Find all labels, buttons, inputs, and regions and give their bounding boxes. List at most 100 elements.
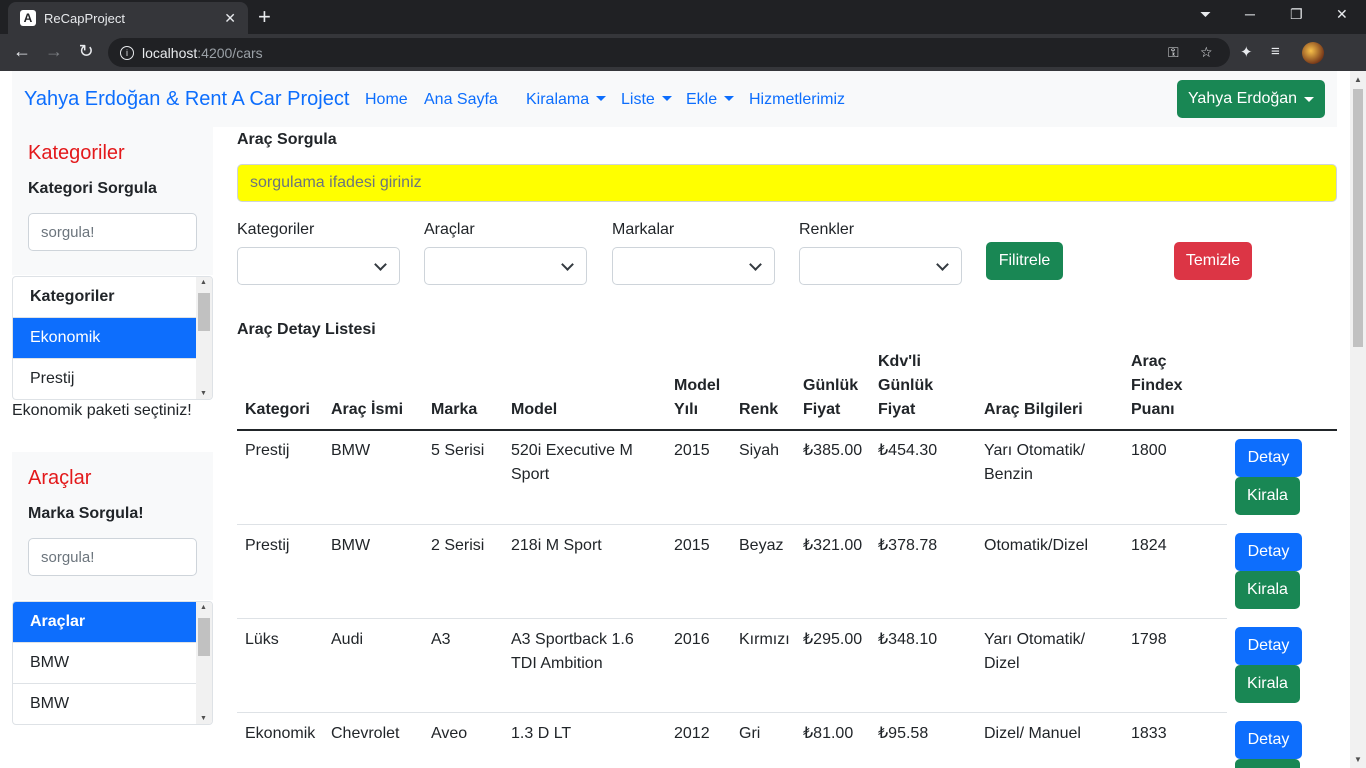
nav-link-home[interactable]: Home [365, 91, 408, 109]
nav-dropdown-ekle[interactable]: Ekle [686, 91, 735, 109]
navbar: Yahya Erdoğan & Rent A Car Project Home … [12, 71, 1337, 127]
url-host: localhost [142, 44, 198, 61]
nav-link-ana-sayfa[interactable]: Ana Sayfa [424, 91, 498, 109]
cell-category: Lüks [245, 631, 279, 648]
rent-button[interactable]: Kirala [1235, 477, 1300, 515]
nav-link-hizmetlerimiz[interactable]: Hizmetlerimiz [749, 91, 845, 109]
caret-down-icon [661, 96, 672, 101]
cars-item[interactable]: BMW [13, 643, 197, 684]
page-scroll-thumb[interactable] [1353, 89, 1363, 347]
filter-button[interactable]: Filitrele [986, 242, 1063, 280]
navbar-brand[interactable]: Yahya Erdoğan & Rent A Car Project [24, 88, 349, 111]
cell-brand: 5 Serisi [431, 442, 485, 459]
query-input[interactable]: sorgulama ifadesi giriniz [237, 164, 1337, 202]
cell-daily: ₺321.00 [803, 537, 863, 554]
cell-info: Yarı Otomatik/Dizel [984, 628, 1085, 676]
cell-model: A3 Sportback 1.6 TDI Ambition [511, 628, 634, 676]
user-name: Yahya Erdoğan [1187, 90, 1298, 107]
rent-button[interactable]: Kirala [1235, 571, 1300, 609]
rent-button[interactable]: Kirala [1235, 759, 1300, 768]
brand-select[interactable] [612, 247, 775, 285]
cell-info: Dizel/ Manuel [984, 722, 1081, 746]
scroll-up-icon[interactable]: ▲ [200, 279, 207, 286]
scroll-up-icon[interactable]: ▲ [1354, 75, 1362, 84]
car-select[interactable] [424, 247, 587, 285]
category-list-scrollbar[interactable]: ▲ ▼ [196, 277, 212, 399]
nav-dropdown-liste[interactable]: Liste [621, 91, 672, 109]
scroll-down-icon[interactable]: ▼ [200, 390, 207, 397]
th-category: Kategori [245, 398, 310, 422]
th-model-year: Model Yılı [674, 374, 720, 422]
forward-icon[interactable]: → [42, 41, 66, 62]
query-label: Araç Sorgula [237, 131, 337, 148]
key-icon[interactable]: ⚿ [1168, 44, 1179, 61]
th-car-info: Araç Bilgileri [984, 398, 1083, 422]
cars-item[interactable]: BMW [13, 684, 197, 724]
cars-title: Araçlar [28, 467, 92, 489]
cell-model: 520i Executive M Sport [511, 439, 633, 487]
th-findex: Araç Findex Puanı [1131, 350, 1183, 422]
row-divider [237, 524, 1227, 525]
window-close-icon[interactable]: ✕ [1336, 6, 1348, 23]
cell-daily-vat: ₺348.10 [878, 631, 938, 648]
cars-list-scrollbar[interactable]: ▲ ▼ [196, 602, 212, 724]
tab-close-icon[interactable]: ✕ [224, 10, 236, 27]
profile-avatar[interactable] [1302, 42, 1324, 64]
brand-search-input[interactable]: sorgula! [28, 538, 197, 576]
detail-button[interactable]: Detay [1235, 627, 1302, 665]
th-findex-line: Puanı [1131, 401, 1175, 418]
cell-findex: 1798 [1131, 631, 1167, 648]
detail-button[interactable]: Detay [1235, 439, 1302, 477]
nav-dropdown-kiralama-label: Kiralama [526, 91, 590, 108]
rent-button[interactable]: Kirala [1235, 665, 1300, 703]
cell-model-line: 520i Executive M [511, 442, 633, 459]
media-control-icon[interactable]: ≡ [1271, 43, 1280, 60]
back-icon[interactable]: ← [10, 41, 34, 62]
scroll-thumb[interactable] [198, 293, 210, 331]
cell-model: 1.3 D LT [511, 722, 571, 746]
category-title: Kategoriler [28, 142, 125, 164]
cell-daily-vat: ₺378.78 [878, 537, 938, 554]
chevron-down-icon [749, 258, 762, 271]
category-list: Kategoriler Ekonomik Prestij ▲ ▼ [12, 276, 213, 400]
reload-icon[interactable]: ↻ [74, 41, 98, 62]
detail-button[interactable]: Detay [1235, 533, 1302, 571]
site-info-icon[interactable]: i [120, 45, 134, 60]
maximize-icon[interactable]: ❐ [1290, 6, 1303, 23]
user-dropdown-button[interactable]: Yahya Erdoğan [1177, 80, 1325, 118]
scroll-down-icon[interactable]: ▼ [1354, 755, 1362, 764]
cell-info-line: Dizel/ Manuel [984, 725, 1081, 742]
page-scrollbar[interactable]: ▲ ▼ [1350, 71, 1366, 768]
filter-label-categories: Kategoriler [237, 221, 315, 238]
browser-tab[interactable]: A ReCapProject ✕ [8, 2, 248, 34]
cell-info: Yarı Otomatik/Benzin [984, 439, 1085, 487]
table-header-divider [237, 429, 1337, 431]
detail-button[interactable]: Detay [1235, 721, 1302, 759]
cell-daily-vat: ₺454.30 [878, 442, 938, 459]
color-select[interactable] [799, 247, 962, 285]
address-bar[interactable]: i localhost:4200/cars ⚿ ☆ [108, 38, 1230, 67]
cell-daily: ₺295.00 [803, 631, 863, 648]
chevron-down-icon [561, 258, 574, 271]
scroll-thumb[interactable] [198, 618, 210, 656]
th-daily-price: Günlük Fiyat [803, 374, 858, 422]
category-select[interactable] [237, 247, 400, 285]
extensions-icon[interactable]: ✦ [1240, 43, 1253, 61]
scroll-down-icon[interactable]: ▼ [200, 715, 207, 722]
new-tab-icon[interactable]: + [258, 4, 271, 30]
nav-dropdown-ekle-label: Ekle [686, 91, 718, 108]
clear-button[interactable]: Temizle [1174, 242, 1252, 280]
category-search-input[interactable]: sorgula! [28, 213, 197, 251]
tab-search-icon[interactable]: ⏷ [1200, 6, 1211, 23]
category-item-ekonomik[interactable]: Ekonomik [13, 318, 197, 359]
bookmark-star-icon[interactable]: ☆ [1200, 44, 1213, 61]
caret-down-icon [1304, 96, 1315, 102]
chevron-down-icon [374, 258, 387, 271]
cars-list-header[interactable]: Araçlar [13, 602, 197, 643]
cell-info-line: Dizel [984, 655, 1020, 672]
th-category-line: Kategori [245, 401, 310, 418]
nav-dropdown-kiralama[interactable]: Kiralama [526, 91, 607, 109]
minimize-icon[interactable]: ─ [1245, 6, 1255, 22]
category-item-prestij[interactable]: Prestij [13, 359, 197, 399]
scroll-up-icon[interactable]: ▲ [200, 604, 207, 611]
